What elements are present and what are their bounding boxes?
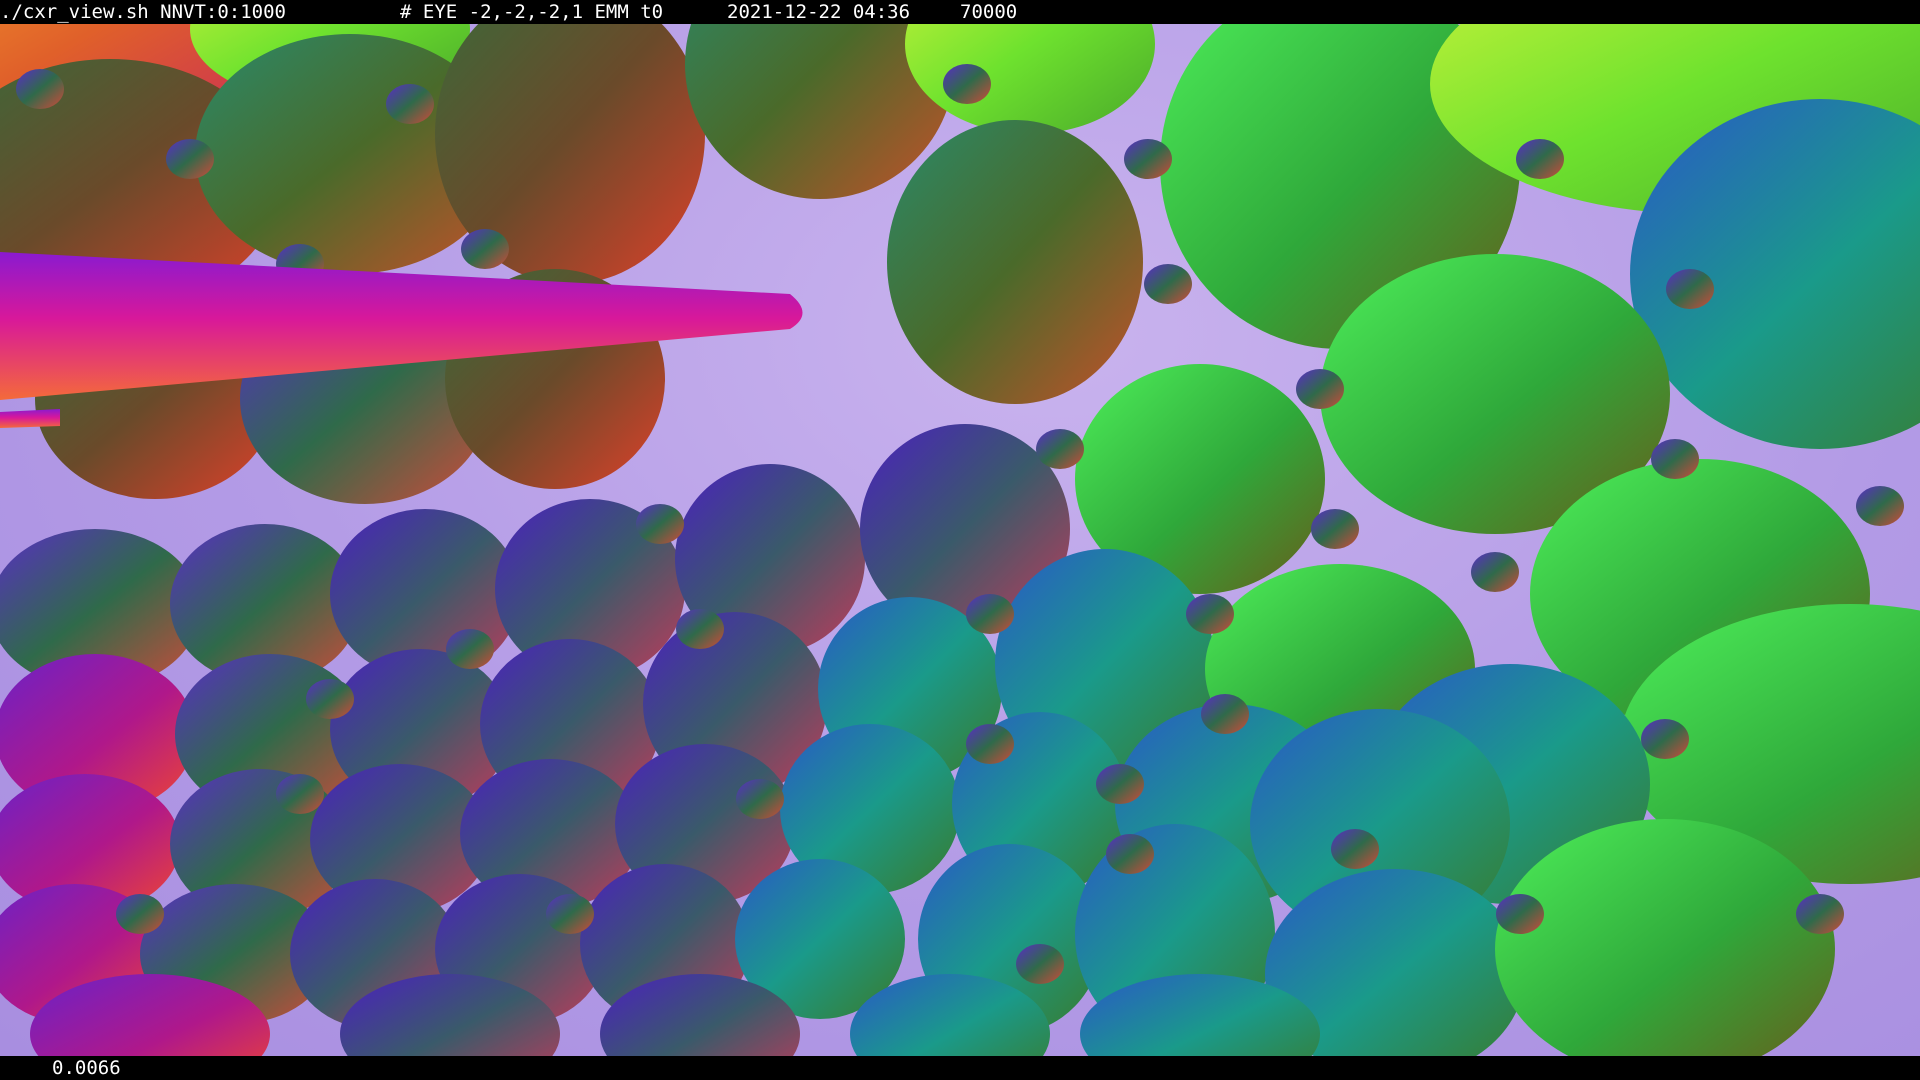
small-sphere <box>386 84 434 124</box>
title-bar: ./cxr_view.sh NNVT:0:1000 # EYE -2,-2,-2… <box>0 0 1920 24</box>
frame-time-value: 0.0066 <box>52 1057 121 1079</box>
small-sphere <box>1856 486 1904 526</box>
small-sphere <box>1106 834 1154 874</box>
small-sphere <box>461 229 509 269</box>
small-sphere <box>1651 439 1699 479</box>
small-sphere <box>1186 594 1234 634</box>
eye-info-label: # EYE -2,-2,-2,1 EMM t0 <box>400 1 664 23</box>
render-viewport[interactable] <box>0 24 1920 1056</box>
small-sphere <box>1311 509 1359 549</box>
small-sphere <box>276 774 324 814</box>
status-bar: 0.0066 <box>0 1056 1920 1080</box>
render-canvas[interactable] <box>0 24 1920 1056</box>
sphere <box>887 120 1143 404</box>
small-sphere <box>1036 429 1084 469</box>
small-sphere <box>636 504 684 544</box>
datetime-label: 2021-12-22 04:36 <box>727 1 911 23</box>
small-sphere <box>1016 944 1064 984</box>
small-sphere <box>1201 694 1249 734</box>
small-sphere <box>1124 139 1172 179</box>
count-label: 70000 <box>960 1 1018 23</box>
command-label: ./cxr_view.sh NNVT:0:1000 <box>0 1 286 23</box>
small-sphere <box>676 609 724 649</box>
small-sphere <box>1641 719 1689 759</box>
small-sphere <box>943 64 991 104</box>
small-sphere <box>1331 829 1379 869</box>
small-sphere <box>446 629 494 669</box>
small-sphere <box>966 594 1014 634</box>
small-sphere <box>1144 264 1192 304</box>
small-sphere <box>1471 552 1519 592</box>
app-window: ./cxr_view.sh NNVT:0:1000 # EYE -2,-2,-2… <box>0 0 1920 1080</box>
cone-rod-small <box>0 409 60 428</box>
small-sphere <box>966 724 1014 764</box>
small-sphere <box>116 894 164 934</box>
small-sphere <box>1796 894 1844 934</box>
small-sphere <box>1296 369 1344 409</box>
small-sphere <box>306 679 354 719</box>
small-sphere <box>1496 894 1544 934</box>
small-sphere <box>1096 764 1144 804</box>
small-sphere <box>1516 139 1564 179</box>
small-sphere <box>166 139 214 179</box>
small-sphere <box>1666 269 1714 309</box>
small-sphere <box>736 779 784 819</box>
small-sphere <box>546 894 594 934</box>
